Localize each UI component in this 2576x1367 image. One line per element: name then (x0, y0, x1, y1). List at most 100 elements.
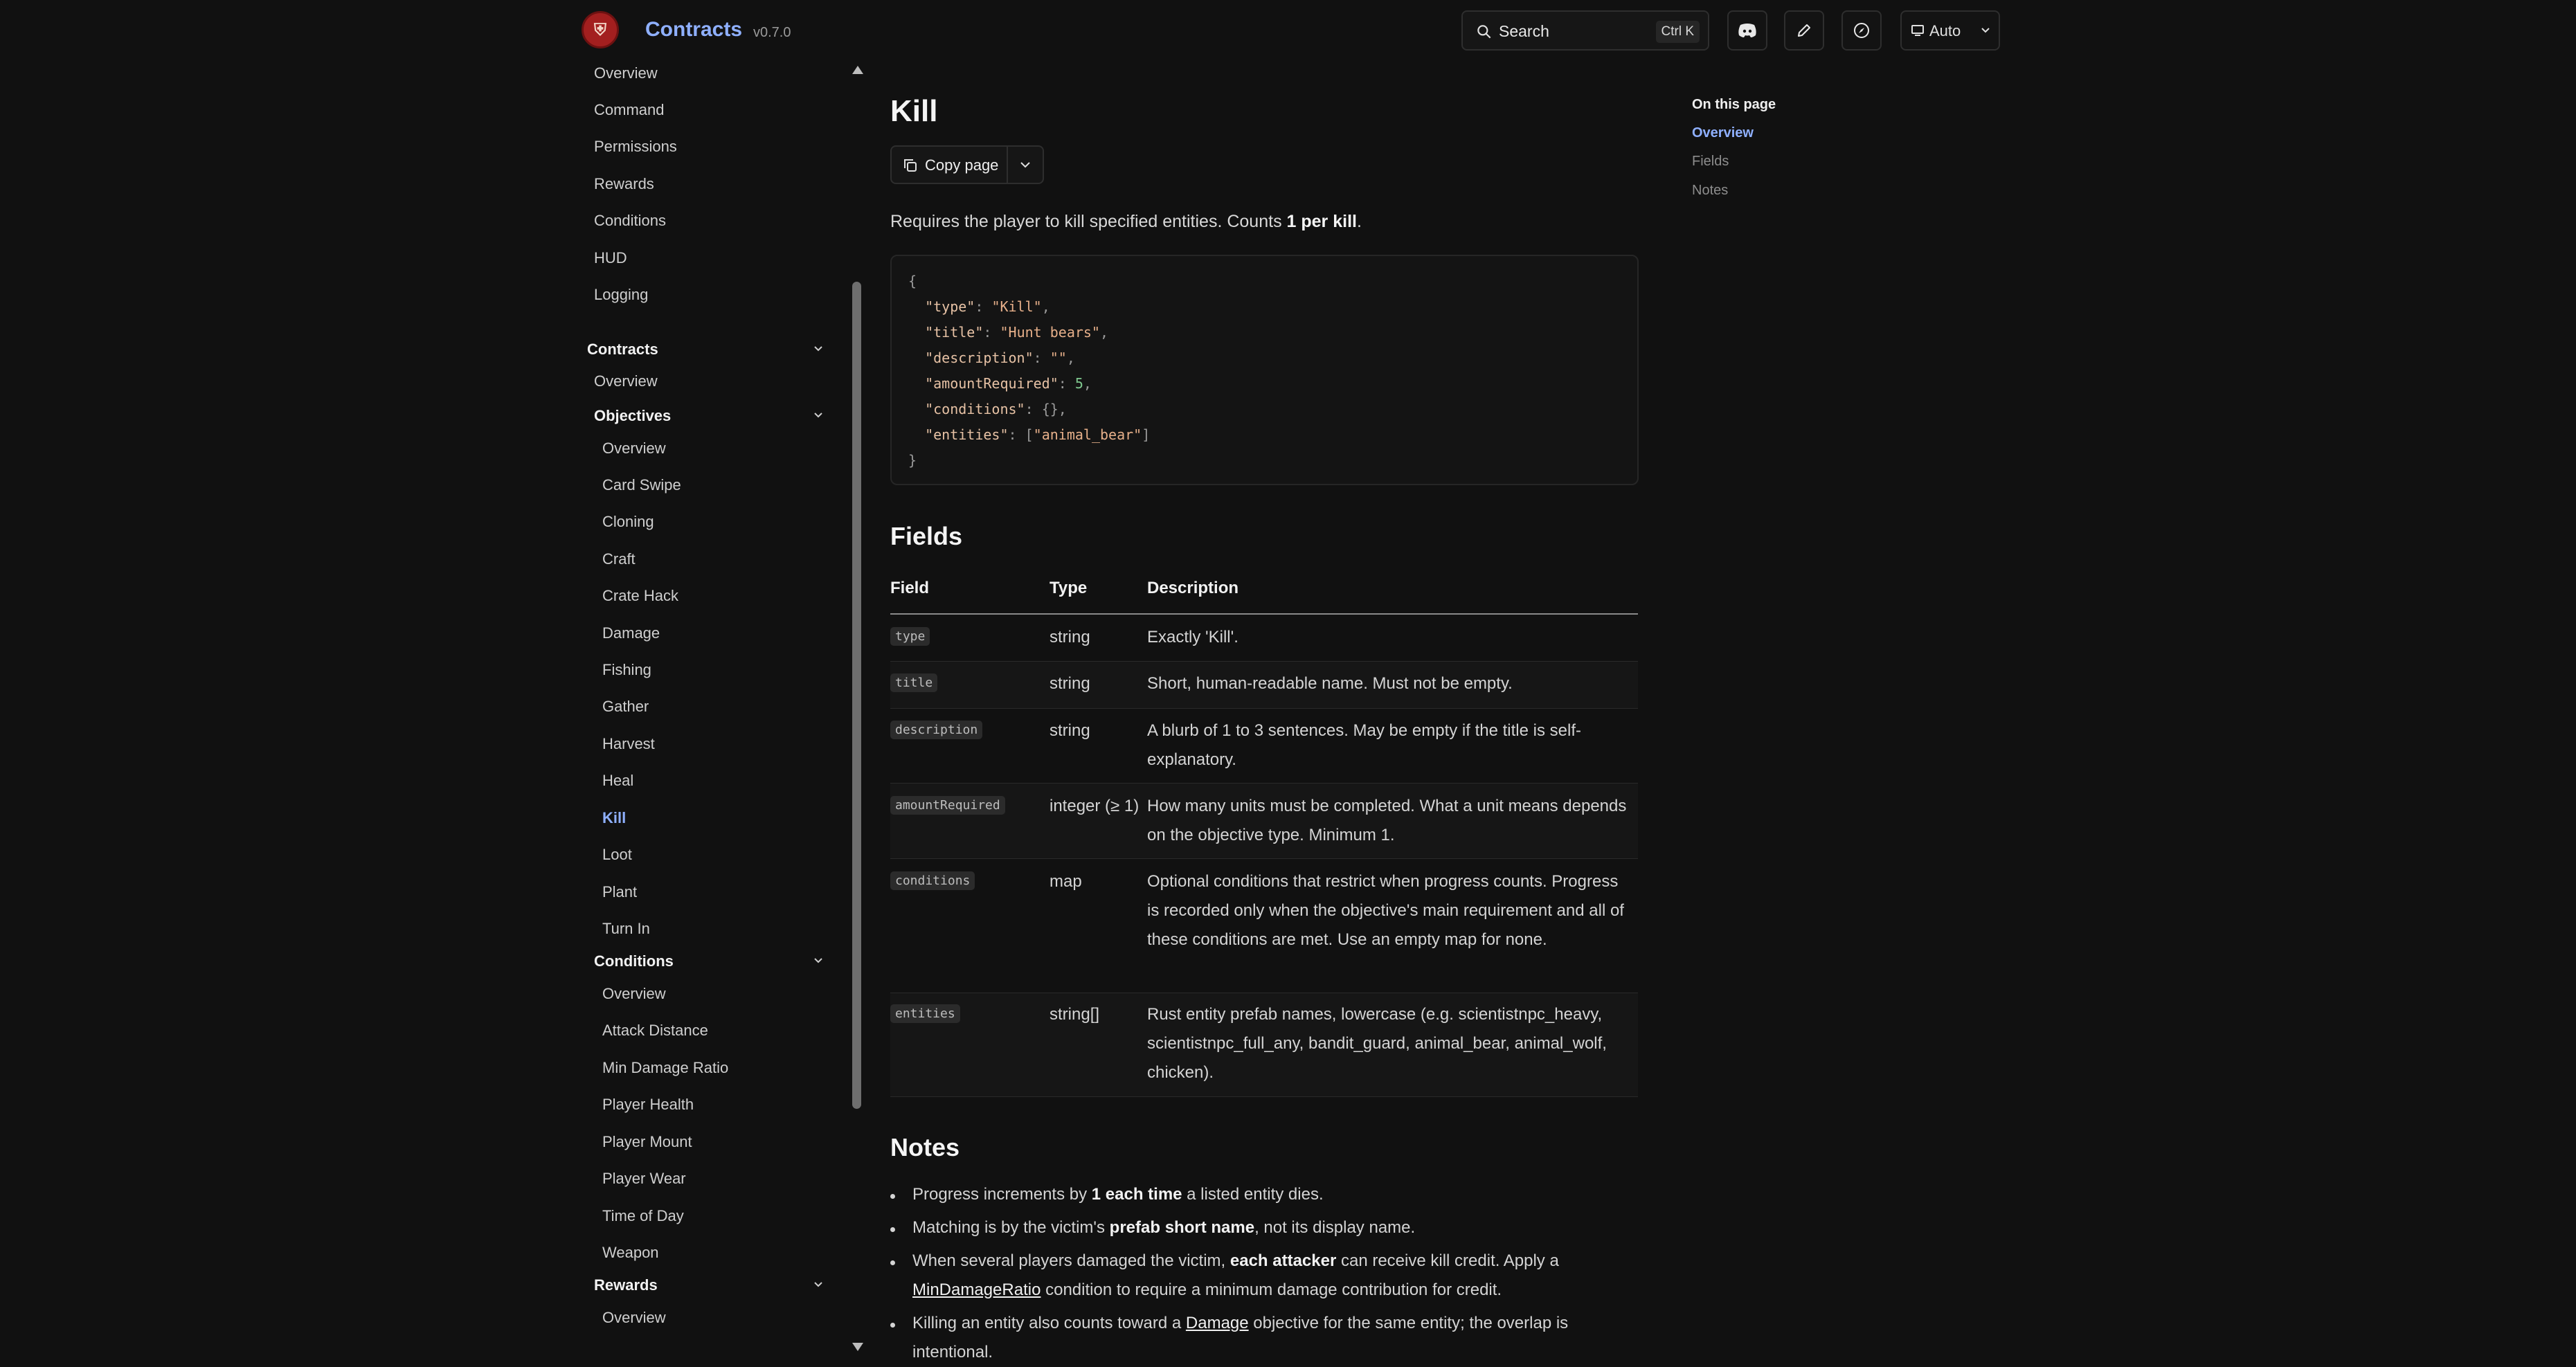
code-value: 5 (1074, 375, 1083, 392)
field-name: title (890, 673, 938, 692)
copy-page-control: Copy page (890, 145, 1044, 184)
sidebar-section-rewards[interactable]: Rewards (594, 1276, 658, 1294)
logo-icon[interactable]: ⛨ (582, 11, 619, 48)
code-key: "entities" (925, 426, 1009, 443)
field-description: Short, human-readable name. Must not be … (1147, 674, 1513, 693)
sidebar-section-contracts[interactable]: Contracts (587, 341, 658, 359)
sidebar-section-conditions[interactable]: Conditions (594, 952, 674, 970)
search-button[interactable]: Search Ctrl K (1461, 10, 1709, 51)
sidebar-item-logging[interactable]: Logging (594, 286, 648, 304)
code-key: "type" (925, 298, 975, 315)
field-type: integer (≥ 1) (1050, 797, 1140, 815)
sidebar-item-hud[interactable]: HUD (594, 249, 627, 267)
code-punct: ] (1142, 426, 1151, 443)
sidebar-item-harvest[interactable]: Harvest (602, 735, 655, 753)
chevron-down-icon (1981, 28, 1990, 33)
table-header-divider (890, 613, 1638, 615)
sidebar-scrollbar-thumb[interactable] (852, 282, 861, 1109)
field-name: description (890, 721, 983, 739)
list-item: Progress increments by 1 each time a lis… (912, 1185, 1324, 1204)
chevron-down-icon[interactable] (811, 342, 825, 356)
sidebar-item-heal[interactable]: Heal (602, 772, 633, 790)
chevron-down-icon[interactable] (811, 954, 825, 968)
copy-page-button[interactable]: Copy page (892, 147, 1008, 183)
scroll-down-arrow[interactable] (852, 1343, 863, 1351)
toc-item-overview[interactable]: Overview (1692, 125, 1754, 141)
sidebar-item-weapon[interactable]: Weapon (602, 1244, 659, 1262)
sidebar-item-time-of-day[interactable]: Time of Day (602, 1207, 684, 1225)
theme-select[interactable]: Auto (1900, 10, 2000, 51)
sidebar-item-fishing[interactable]: Fishing (602, 661, 651, 679)
sidebar-item-card-swipe[interactable]: Card Swipe (602, 476, 681, 494)
code-line: "description": "", (925, 350, 1075, 366)
sidebar-item-command[interactable]: Command (594, 101, 664, 119)
sidebar-item-rewards[interactable]: Rewards (594, 175, 654, 193)
explore-button[interactable] (1841, 10, 1882, 51)
code-line: "amountRequired": 5, (925, 375, 1092, 392)
code-line: "entities": ["animal_bear"] (925, 426, 1151, 443)
code-line: "title": "Hunt bears", (925, 324, 1109, 341)
code-value: "" (1050, 350, 1067, 366)
edit-button[interactable] (1784, 10, 1824, 51)
sidebar: Overview Command Permissions Rewards Con… (582, 62, 845, 1352)
sidebar-item-conditions[interactable]: Conditions (594, 212, 666, 230)
chevron-down-icon[interactable] (811, 408, 825, 422)
scroll-up-arrow[interactable] (852, 66, 863, 74)
field-name: type (890, 627, 930, 646)
discord-button[interactable] (1727, 10, 1767, 51)
code-key: "amountRequired" (925, 375, 1059, 392)
field-description: Optional conditions that restrict when p… (1147, 872, 1624, 949)
sidebar-item-objectives-overview[interactable]: Overview (602, 440, 666, 458)
search-shortcut: Ctrl K (1655, 21, 1700, 43)
sidebar-item-damage[interactable]: Damage (602, 624, 660, 642)
field-type: map (1050, 872, 1082, 891)
bullet (890, 1323, 895, 1328)
sidebar-item-player-health[interactable]: Player Health (602, 1096, 694, 1114)
toc-item-notes[interactable]: Notes (1692, 183, 1728, 199)
top-bar: ⛨ Contracts v0.7.0 Search Ctrl K Auto (0, 0, 2576, 62)
column-header-type: Type (1050, 579, 1088, 597)
notes-heading: Notes (890, 1133, 960, 1161)
field-type: string (1050, 628, 1090, 646)
sidebar-item-crate-hack[interactable]: Crate Hack (602, 587, 678, 605)
column-header-field: Field (890, 579, 930, 597)
code-block[interactable]: { "type": "Kill", "title": "Hunt bears",… (890, 255, 1639, 485)
intro-bold: 1 per kill (1286, 212, 1357, 231)
sidebar-item-craft[interactable]: Craft (602, 550, 636, 568)
sidebar-section-objectives[interactable]: Objectives (594, 407, 671, 425)
compass-icon (1854, 23, 1869, 38)
copy-divider (1007, 147, 1008, 183)
damage-link[interactable]: Damage (1186, 1314, 1249, 1332)
sidebar-item-overview[interactable]: Overview (594, 64, 658, 82)
field-description: A blurb of 1 to 3 sentences. May be empt… (1147, 721, 1581, 769)
sidebar-item-attack-distance[interactable]: Attack Distance (602, 1022, 708, 1040)
sidebar-item-kill[interactable]: Kill (602, 809, 626, 827)
chevron-down-icon[interactable] (1019, 161, 1032, 170)
sidebar-item-loot[interactable]: Loot (602, 846, 632, 864)
row-divider (890, 858, 1638, 859)
sidebar-item-contracts-overview[interactable]: Overview (594, 372, 658, 390)
bullet (890, 1260, 895, 1265)
sidebar-item-player-mount[interactable]: Player Mount (602, 1133, 692, 1151)
sidebar-item-conditions-overview[interactable]: Overview (602, 985, 666, 1003)
min-damage-ratio-link[interactable]: MinDamageRatio (912, 1280, 1041, 1299)
column-header-description: Description (1147, 579, 1239, 597)
sidebar-item-rewards-overview[interactable]: Overview (602, 1309, 666, 1327)
sidebar-item-turn-in[interactable]: Turn In (602, 920, 650, 938)
sidebar-item-min-damage-ratio[interactable]: Min Damage Ratio (602, 1059, 728, 1077)
sidebar-item-gather[interactable]: Gather (602, 698, 649, 716)
sidebar-item-cloning[interactable]: Cloning (602, 513, 654, 531)
search-icon (1477, 25, 1491, 39)
list-item: Killing an entity also counts toward a D… (912, 1314, 1569, 1361)
sidebar-item-permissions[interactable]: Permissions (594, 138, 677, 156)
brand-title[interactable]: Contracts (645, 18, 742, 42)
sidebar-item-player-wear[interactable]: Player Wear (602, 1170, 686, 1188)
pencil-icon (1798, 24, 1810, 37)
list-item: Matching is by the victim's prefab short… (912, 1218, 1416, 1237)
bullet (890, 1194, 895, 1199)
intro-prefix: Requires the player to kill specified en… (890, 212, 1287, 231)
sidebar-item-plant[interactable]: Plant (602, 883, 637, 901)
field-description: Exactly 'Kill'. (1147, 628, 1239, 646)
toc-item-fields[interactable]: Fields (1692, 154, 1729, 170)
chevron-down-icon[interactable] (811, 1278, 825, 1292)
